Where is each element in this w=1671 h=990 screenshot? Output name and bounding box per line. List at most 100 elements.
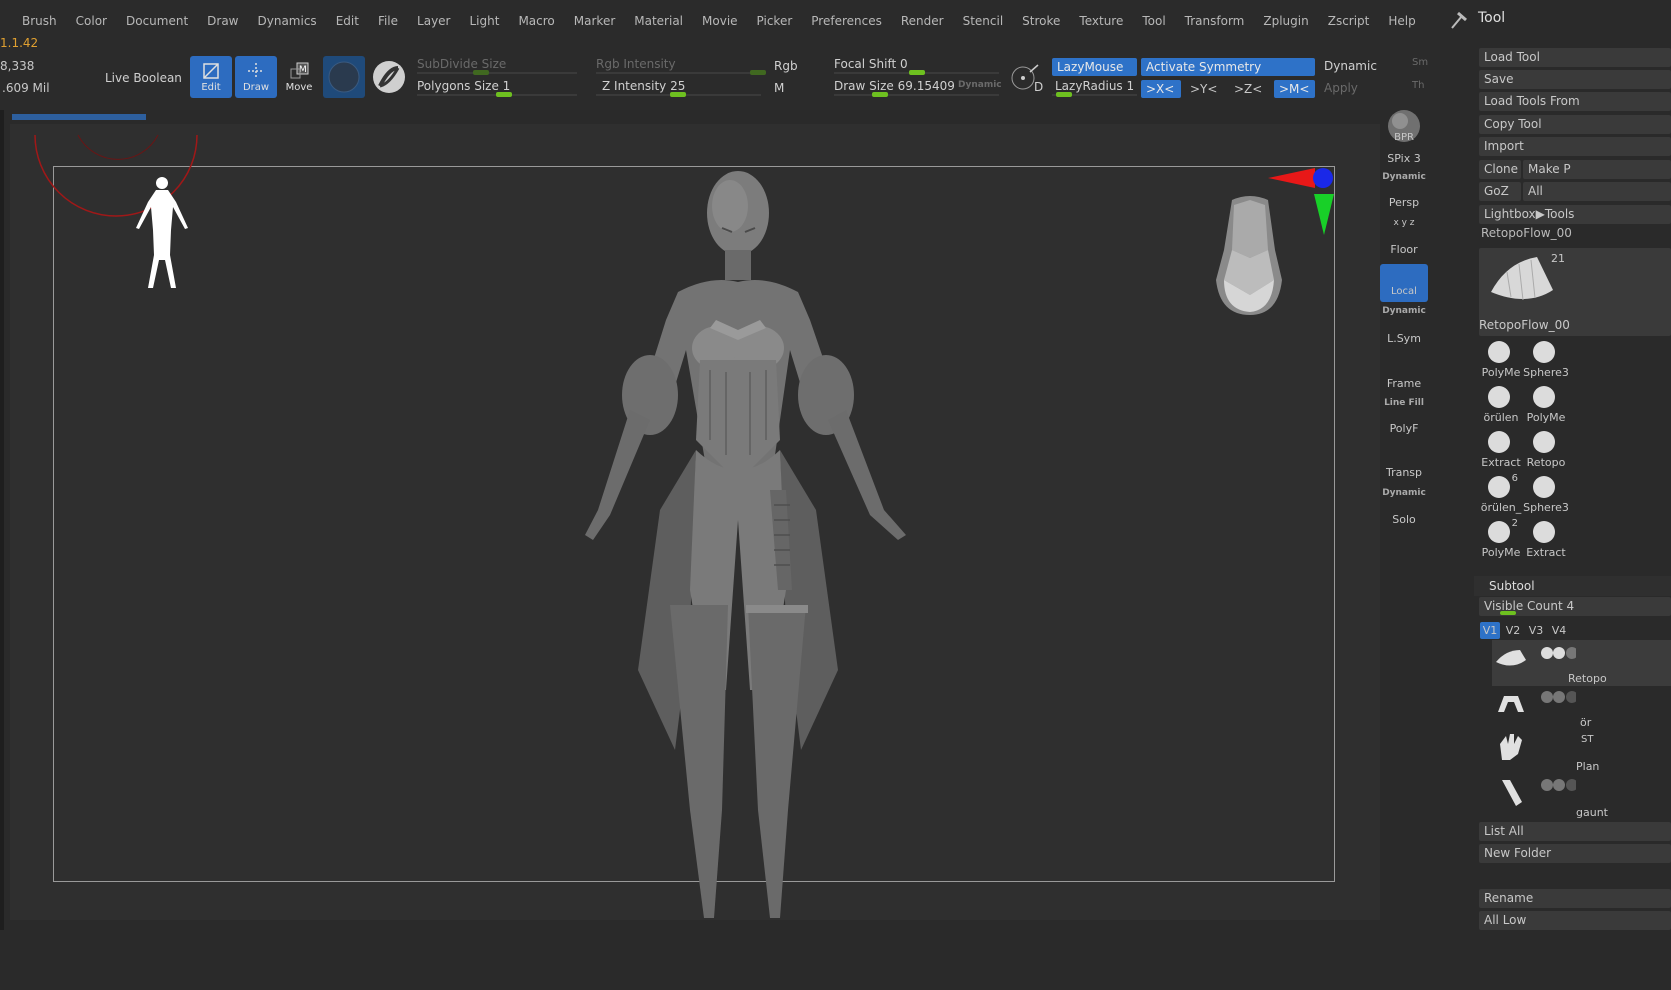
symmetry-y-button[interactable]: >Y<: [1184, 80, 1224, 98]
goz-button[interactable]: GoZ: [1479, 182, 1521, 201]
current-tool-thumb[interactable]: 21 RetopoFlow_00: [1479, 248, 1671, 336]
lsym-button[interactable]: L.Sym: [1380, 332, 1428, 345]
menu-stencil[interactable]: Stencil: [963, 14, 1004, 28]
m-button[interactable]: M: [774, 81, 784, 95]
subtool-toggle-icon[interactable]: [1540, 646, 1576, 660]
menu-material[interactable]: Material: [634, 14, 683, 28]
subtool-st-label: ST: [1581, 734, 1594, 745]
rgb-button[interactable]: Rgb: [774, 59, 798, 73]
menu-render[interactable]: Render: [901, 14, 944, 28]
menu-movie[interactable]: Movie: [702, 14, 738, 28]
all-low-button[interactable]: All Low: [1479, 911, 1671, 930]
dynamic-drawsize-toggle[interactable]: Dynamic: [958, 80, 1002, 90]
floor-button[interactable]: Floor: [1380, 243, 1428, 256]
tool-thumb-label: Extract: [1526, 546, 1566, 559]
subtool-header[interactable]: Subtool: [1474, 576, 1671, 596]
lazymouse-button[interactable]: LazyMouse: [1052, 58, 1137, 76]
transp-button[interactable]: Transp: [1380, 466, 1428, 479]
menu-edit[interactable]: Edit: [336, 14, 359, 28]
subdivide-size-slider[interactable]: SubDivide Size: [417, 57, 506, 71]
tool-thumb-5[interactable]: Retopo: [1523, 428, 1565, 472]
version-stat: 1.1.42: [0, 36, 39, 50]
load-tools-from-button[interactable]: Load Tools From: [1479, 92, 1671, 111]
menu-layer[interactable]: Layer: [417, 14, 450, 28]
dynamic-button[interactable]: Dynamic: [1324, 59, 1377, 73]
tool-thumb-1[interactable]: Sphere3: [1523, 338, 1569, 382]
menu-dynamics[interactable]: Dynamics: [258, 14, 317, 28]
v-tab-v2[interactable]: V2: [1503, 622, 1523, 639]
menu-zscript[interactable]: Zscript: [1328, 14, 1370, 28]
brush-button[interactable]: [323, 56, 365, 98]
polygons-size-slider[interactable]: Polygons Size 1: [417, 79, 510, 93]
menu-zplugin[interactable]: Zplugin: [1263, 14, 1308, 28]
polyf-button[interactable]: PolyF: [1380, 422, 1428, 435]
symmetry-x-button[interactable]: >X<: [1141, 80, 1181, 98]
solo-button[interactable]: Solo: [1380, 513, 1428, 526]
new-folder-button[interactable]: New Folder: [1479, 844, 1671, 863]
spix-slider[interactable]: SPix 3: [1380, 152, 1428, 165]
live-boolean-button[interactable]: Live Boolean: [105, 71, 182, 85]
save-button[interactable]: Save: [1479, 70, 1671, 89]
tool-thumb-3[interactable]: PolyMe: [1523, 383, 1565, 427]
lazyradius-slider[interactable]: LazyRadius 1: [1055, 79, 1134, 93]
local-button[interactable]: Local: [1380, 264, 1428, 302]
rename-button[interactable]: Rename: [1479, 889, 1671, 908]
goz-all-button[interactable]: All: [1523, 182, 1671, 201]
menu-stroke[interactable]: Stroke: [1022, 14, 1060, 28]
v-tab-v3[interactable]: V3: [1526, 622, 1546, 639]
draw-button[interactable]: Draw: [235, 56, 277, 98]
rgb-intensity-slider[interactable]: Rgb Intensity: [596, 57, 676, 71]
tool-thumb-2[interactable]: örülen: [1478, 383, 1520, 427]
copy-tool-button[interactable]: Copy Tool: [1479, 115, 1671, 134]
character-model[interactable]: [585, 171, 906, 918]
v-tab-v1[interactable]: V1: [1480, 622, 1500, 639]
tool-thumb-label: örülen: [1483, 411, 1519, 424]
menu-document[interactable]: Document: [126, 14, 188, 28]
activate-symmetry-button[interactable]: Activate Symmetry: [1141, 58, 1315, 76]
menu-file[interactable]: File: [378, 14, 398, 28]
import-button[interactable]: Import: [1479, 137, 1671, 156]
persp-button[interactable]: Persp: [1380, 196, 1428, 209]
tool-thumb-7[interactable]: Sphere3: [1523, 473, 1569, 517]
menu-texture[interactable]: Texture: [1079, 14, 1123, 28]
menu-preferences[interactable]: Preferences: [811, 14, 882, 28]
tool-thumb-9[interactable]: Extract: [1523, 518, 1566, 562]
draw-size-slider[interactable]: Draw Size 69.15409: [834, 79, 955, 93]
subtool-toggle-icon-2[interactable]: [1540, 690, 1576, 704]
lightbox-tools-button[interactable]: Lightbox▶Tools: [1479, 205, 1671, 224]
symmetry-z-button[interactable]: >Z<: [1228, 80, 1268, 98]
subtool-toggle-icon-4[interactable]: [1540, 778, 1576, 792]
load-tool-button[interactable]: Load Tool: [1479, 48, 1671, 67]
clone-button[interactable]: Clone: [1479, 160, 1521, 179]
sm-label: Sm: [1412, 57, 1429, 68]
tool-thumb-0[interactable]: PolyMe: [1478, 338, 1520, 382]
edit-button[interactable]: Edit: [190, 56, 232, 98]
z-intensity-slider[interactable]: Z Intensity 25: [602, 79, 685, 93]
menu-picker[interactable]: Picker: [757, 14, 793, 28]
tool-thumb-6[interactable]: 6 örülen_: [1478, 473, 1522, 517]
make-polymesh-button[interactable]: Make P: [1523, 160, 1671, 179]
menu-macro[interactable]: Macro: [518, 14, 554, 28]
menu-draw[interactable]: Draw: [207, 14, 238, 28]
left-tray: [0, 110, 4, 930]
tool-panel: Tool Load Tool Save Load Tools From Copy…: [1440, 0, 1671, 990]
menu-brush[interactable]: Brush: [22, 14, 57, 28]
current-tool-name: RetopoFlow_00: [1481, 226, 1572, 240]
v-tab-v4[interactable]: V4: [1549, 622, 1569, 639]
menu-help[interactable]: Help: [1388, 14, 1415, 28]
apply-button[interactable]: Apply: [1324, 81, 1358, 95]
menu-transform[interactable]: Transform: [1185, 14, 1245, 28]
tool-thumb-8[interactable]: 2 PolyMe: [1478, 518, 1521, 562]
frame-button[interactable]: Frame: [1380, 377, 1428, 390]
menu-tool[interactable]: Tool: [1142, 14, 1165, 28]
menu-light[interactable]: Light: [470, 14, 500, 28]
tool-thumb-4[interactable]: Extract: [1478, 428, 1521, 472]
list-all-button[interactable]: List All: [1479, 822, 1671, 841]
bpr-button[interactable]: BPR: [1380, 108, 1428, 150]
menu-marker[interactable]: Marker: [574, 14, 615, 28]
move-button[interactable]: M Move: [278, 56, 320, 98]
material-button[interactable]: [370, 58, 408, 96]
focal-shift-slider[interactable]: Focal Shift 0: [834, 57, 908, 71]
symmetry-m-button[interactable]: >M<: [1274, 80, 1315, 98]
menu-color[interactable]: Color: [76, 14, 107, 28]
